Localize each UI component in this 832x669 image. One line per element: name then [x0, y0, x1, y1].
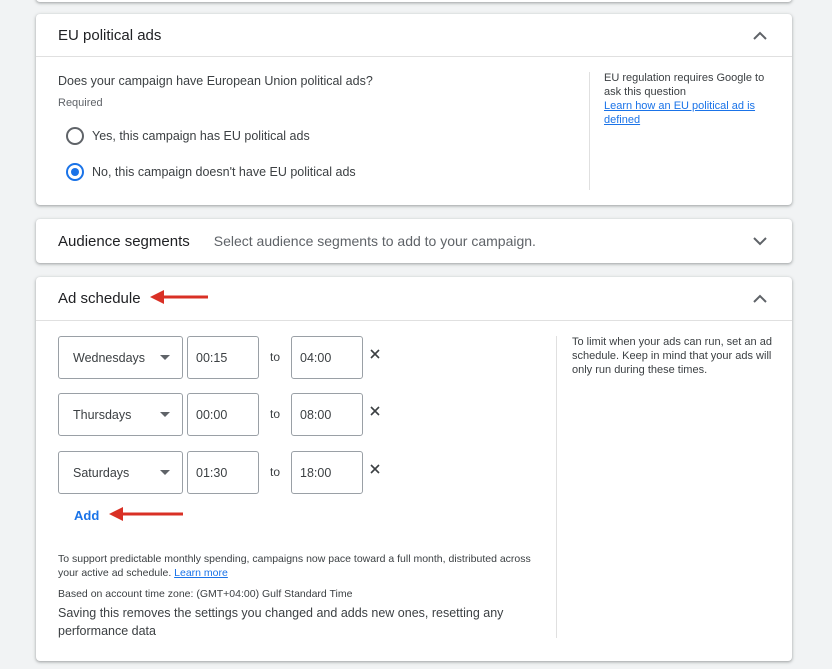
chevron-down-icon[interactable]: [752, 233, 768, 249]
eu-political-ads-card: EU political ads Does your campaign have…: [36, 14, 792, 205]
audience-segments-title: Audience segments: [58, 232, 190, 250]
dropdown-arrow-icon: [160, 355, 170, 360]
dropdown-arrow-icon: [160, 412, 170, 417]
radio-unchecked[interactable]: [66, 127, 84, 145]
learn-more-link[interactable]: Learn more: [174, 567, 228, 579]
eu-side-note-text: EU regulation requires Google to ask thi…: [604, 72, 765, 98]
required-label: Required: [58, 97, 103, 109]
eu-option-no[interactable]: No, this campaign doesn't have EU politi…: [66, 163, 356, 181]
eu-option-yes-label: Yes, this campaign has EU political ads: [92, 129, 310, 143]
close-icon[interactable]: [369, 405, 381, 417]
to-label: to: [270, 407, 281, 421]
audience-segments-header[interactable]: Audience segments Select audience segmen…: [36, 219, 792, 263]
day-select-value: Saturdays: [73, 465, 130, 480]
annotation-arrow-icon: [109, 507, 183, 521]
eu-learn-link[interactable]: Learn how an EU political ad is defined: [604, 99, 774, 127]
close-icon[interactable]: [369, 348, 381, 360]
add-schedule-button[interactable]: Add: [74, 508, 99, 523]
radio-checked[interactable]: [66, 163, 84, 181]
to-label: to: [270, 465, 281, 479]
start-time-input[interactable]: 01:30: [187, 451, 259, 494]
eu-question: Does your campaign have European Union p…: [58, 74, 373, 88]
day-select[interactable]: Thursdays: [58, 393, 183, 436]
start-time-input[interactable]: 00:00: [187, 393, 259, 436]
audience-segments-card[interactable]: Audience segments Select audience segmen…: [36, 219, 792, 263]
end-time-input[interactable]: 18:00: [291, 451, 363, 494]
day-select-value: Thursdays: [73, 407, 132, 422]
dropdown-arrow-icon: [160, 470, 170, 475]
audience-segments-hint: Select audience segments to add to your …: [213, 233, 536, 249]
day-select[interactable]: Wednesdays: [58, 336, 183, 379]
side-divider: [556, 336, 557, 638]
close-icon[interactable]: [369, 463, 381, 475]
eu-option-no-label: No, this campaign doesn't have EU politi…: [92, 165, 356, 179]
pacing-note-text: To support predictable monthly spending,…: [58, 553, 531, 579]
pacing-note: To support predictable monthly spending,…: [58, 552, 548, 580]
ad-schedule-title: Ad schedule: [58, 290, 141, 307]
end-time-input[interactable]: 08:00: [291, 393, 363, 436]
schedule-side-note: To limit when your ads can run, set an a…: [572, 336, 772, 376]
timezone-note: Based on account time zone: (GMT+04:00) …: [58, 588, 353, 600]
ad-schedule-card: Ad schedule Wednesdays 00:15 to 04:00 Th…: [36, 277, 792, 661]
header-divider: [36, 56, 792, 57]
day-select[interactable]: Saturdays: [58, 451, 183, 494]
saving-note: Saving this removes the settings you cha…: [58, 606, 504, 638]
side-divider: [589, 72, 590, 190]
end-time-input[interactable]: 04:00: [291, 336, 363, 379]
eu-political-ads-title: EU political ads: [58, 26, 162, 44]
day-select-value: Wednesdays: [73, 350, 146, 365]
eu-option-yes[interactable]: Yes, this campaign has EU political ads: [66, 127, 310, 145]
start-time-input[interactable]: 00:15: [187, 336, 259, 379]
chevron-up-icon[interactable]: [752, 27, 768, 43]
eu-side-note: EU regulation requires Google to ask thi…: [604, 71, 774, 127]
eu-political-ads-header[interactable]: EU political ads: [36, 14, 792, 56]
annotation-arrow-icon: [150, 290, 208, 304]
previous-card-edge: [36, 0, 792, 2]
to-label: to: [270, 350, 281, 364]
chevron-up-icon[interactable]: [752, 291, 768, 307]
header-divider: [36, 320, 792, 321]
